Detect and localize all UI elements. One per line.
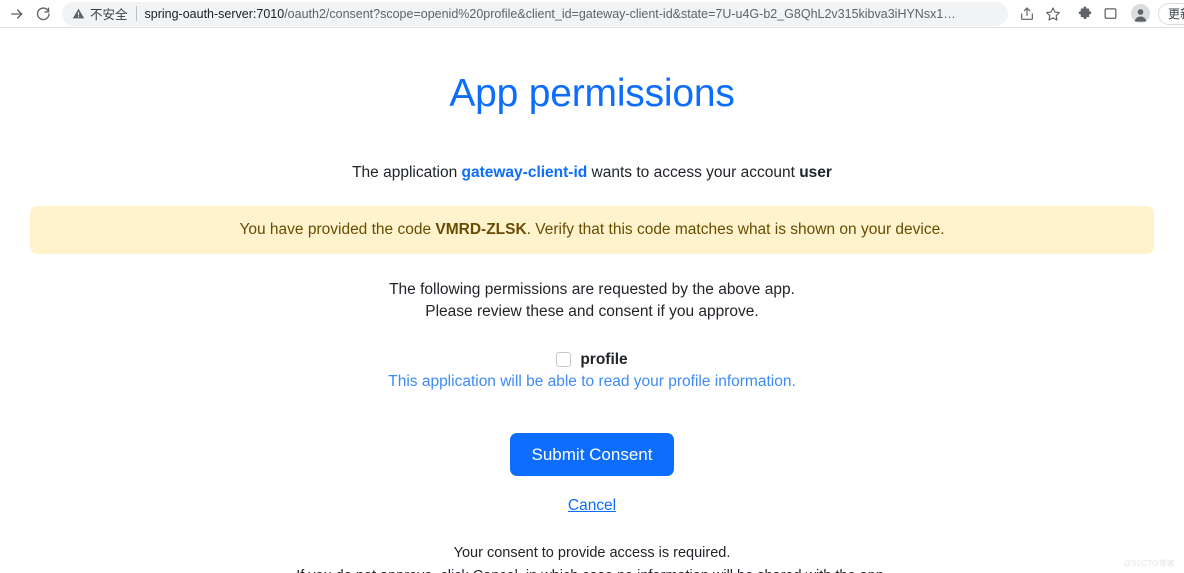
page-title: App permissions: [449, 72, 735, 115]
share-icon[interactable]: [1014, 2, 1040, 26]
browser-toolbar: 不安全 spring-oauth-server:7010/oauth2/cons…: [0, 0, 1184, 28]
watermark: @51CTO博客: [1123, 559, 1175, 568]
puzzle-extensions-icon[interactable]: [1072, 2, 1098, 26]
instructions-line-2: Please review these and consent if you a…: [425, 303, 759, 321]
footer-line-2: If you do not approve, click Cancel, in …: [0, 565, 1184, 573]
url-path: /oauth2/consent?scope=openid%20profile&c…: [284, 6, 956, 21]
submit-row: Submit Consent: [0, 432, 1184, 477]
scope-checkbox-profile[interactable]: [556, 352, 572, 368]
reload-icon[interactable]: [30, 2, 56, 26]
scope-item-profile[interactable]: profile: [0, 351, 1184, 369]
scope-label-profile: profile: [580, 350, 628, 368]
update-button[interactable]: 更新: [1157, 2, 1184, 25]
client-id-text: gateway-client-id: [461, 164, 588, 181]
footer-note: Your consent to provide access is requir…: [0, 542, 1184, 573]
instructions: The following permissions are requested …: [0, 279, 1184, 324]
scope-list: profile This application will be able to…: [0, 351, 1184, 391]
submit-consent-button[interactable]: Submit Consent: [509, 432, 675, 477]
user-code-alert: You have provided the code VMRD-ZLSK. Ve…: [30, 205, 1154, 254]
cancel-link[interactable]: Cancel: [568, 497, 616, 514]
scope-description-profile: This application will be able to read yo…: [388, 372, 796, 390]
avatar: [1131, 4, 1151, 23]
cancel-row: Cancel: [0, 497, 1184, 515]
warning-triangle-icon: [72, 7, 85, 20]
alert-suffix: . Verify that this code matches what is …: [526, 220, 945, 238]
star-bookmark-icon[interactable]: [1040, 2, 1066, 26]
omnibox-divider: [135, 6, 137, 21]
forward-icon[interactable]: [4, 2, 30, 26]
alert-prefix: You have provided the code: [239, 220, 436, 238]
side-panel-icon[interactable]: [1098, 2, 1124, 26]
account-name-text: user: [799, 164, 832, 181]
subtitle: The application gateway-client-id wants …: [0, 162, 1184, 184]
user-code-text: VMRD-ZLSK: [435, 220, 527, 238]
subtitle-prefix: The application: [352, 164, 462, 181]
url-text: spring-oauth-server:7010/oauth2/consent?…: [145, 7, 998, 21]
toolbar-icons: 更新: [1014, 2, 1184, 26]
instructions-line-1: The following permissions are requested …: [389, 280, 795, 298]
security-label: 不安全: [90, 8, 128, 22]
address-bar[interactable]: 不安全 spring-oauth-server:7010/oauth2/cons…: [62, 1, 1008, 26]
subtitle-middle: wants to access your account: [587, 164, 800, 181]
consent-page: App permissions The application gateway-…: [0, 28, 1184, 573]
footer-line-1: Your consent to provide access is requir…: [453, 545, 731, 562]
url-host: spring-oauth-server:7010: [144, 6, 285, 21]
profile-avatar-icon[interactable]: [1128, 2, 1154, 26]
